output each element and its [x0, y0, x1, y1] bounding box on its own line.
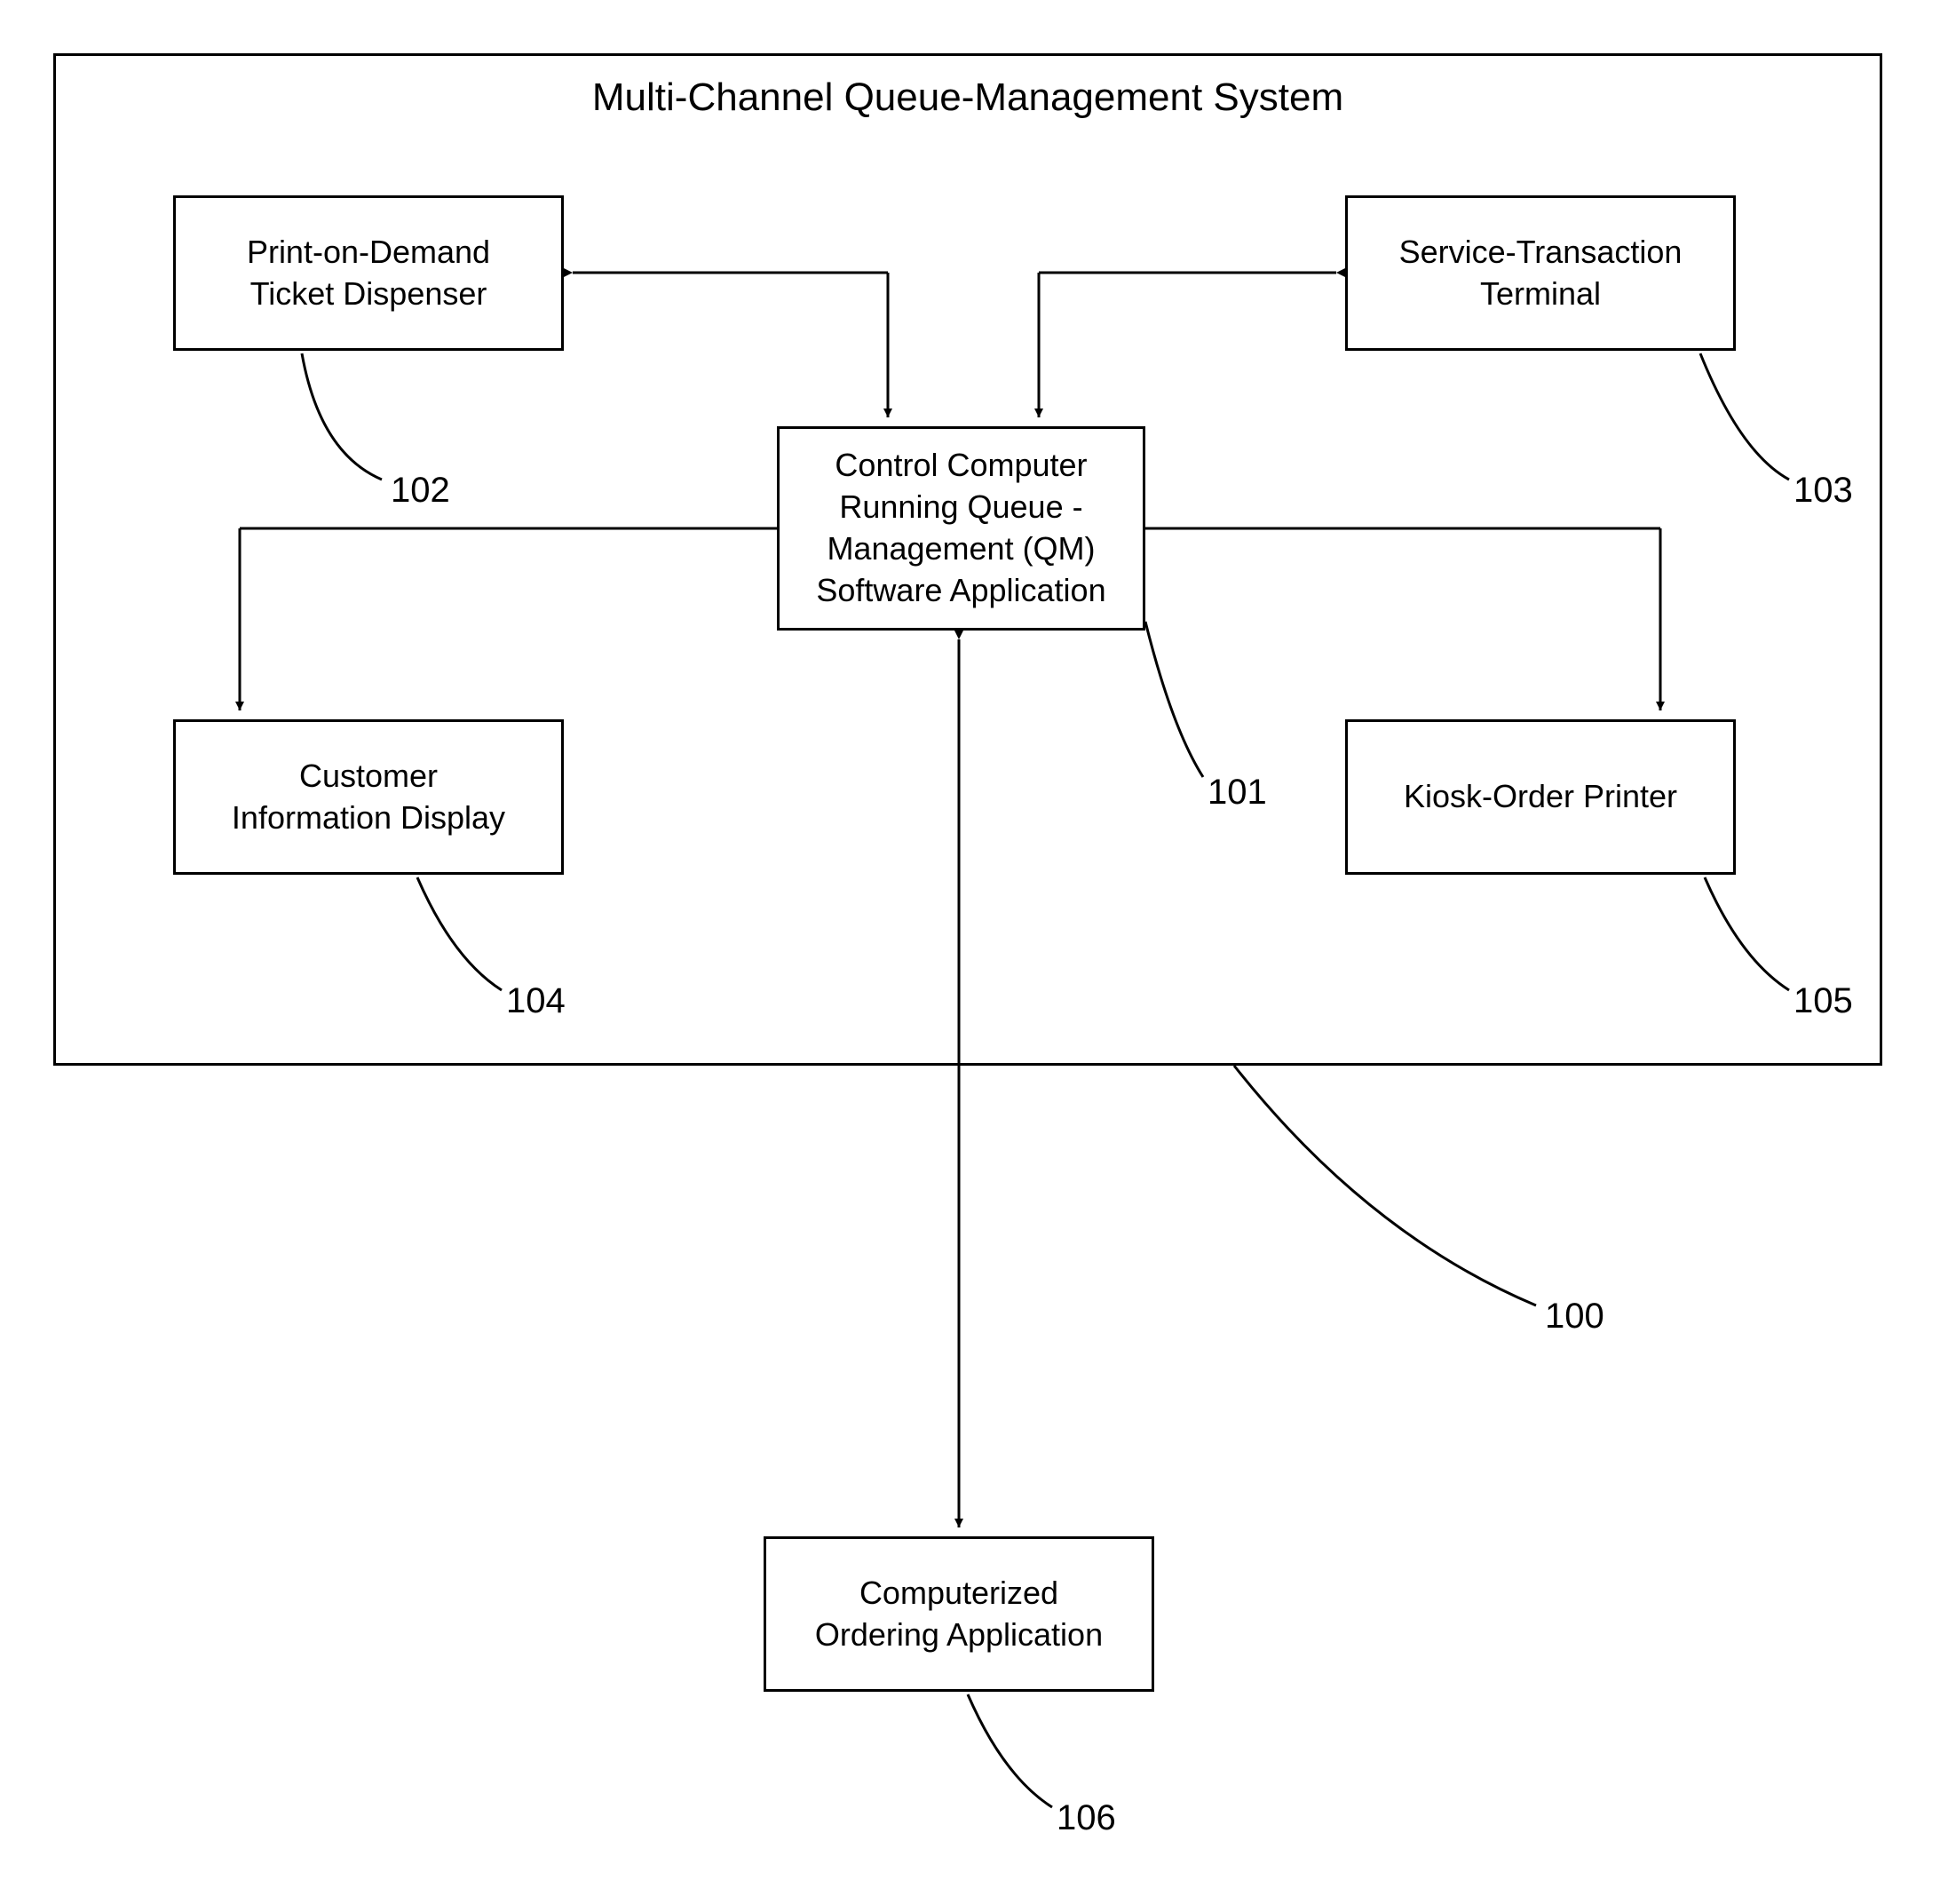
box-ticket-dispenser: Print-on-Demand Ticket Dispenser	[173, 195, 564, 351]
box-service-terminal: Service-Transaction Terminal	[1345, 195, 1736, 351]
box-control-computer: Control Computer Running Queue - Managem…	[777, 426, 1145, 631]
ref-104: 104	[506, 981, 566, 1021]
box-ordering-app: Computerized Ordering Application	[764, 1536, 1154, 1692]
diagram-title: Multi-Channel Queue-Management System	[524, 75, 1412, 120]
ref-100: 100	[1545, 1297, 1604, 1337]
ref-103: 103	[1794, 471, 1853, 511]
box-customer-display: Customer Information Display	[173, 719, 564, 875]
ref-105: 105	[1794, 981, 1853, 1021]
ref-102: 102	[391, 471, 450, 511]
box-kiosk-printer: Kiosk-Order Printer	[1345, 719, 1736, 875]
ref-101: 101	[1208, 773, 1267, 813]
ref-106: 106	[1057, 1798, 1116, 1838]
diagram-canvas: Multi-Channel Queue-Management System Pr…	[36, 36, 1900, 1856]
